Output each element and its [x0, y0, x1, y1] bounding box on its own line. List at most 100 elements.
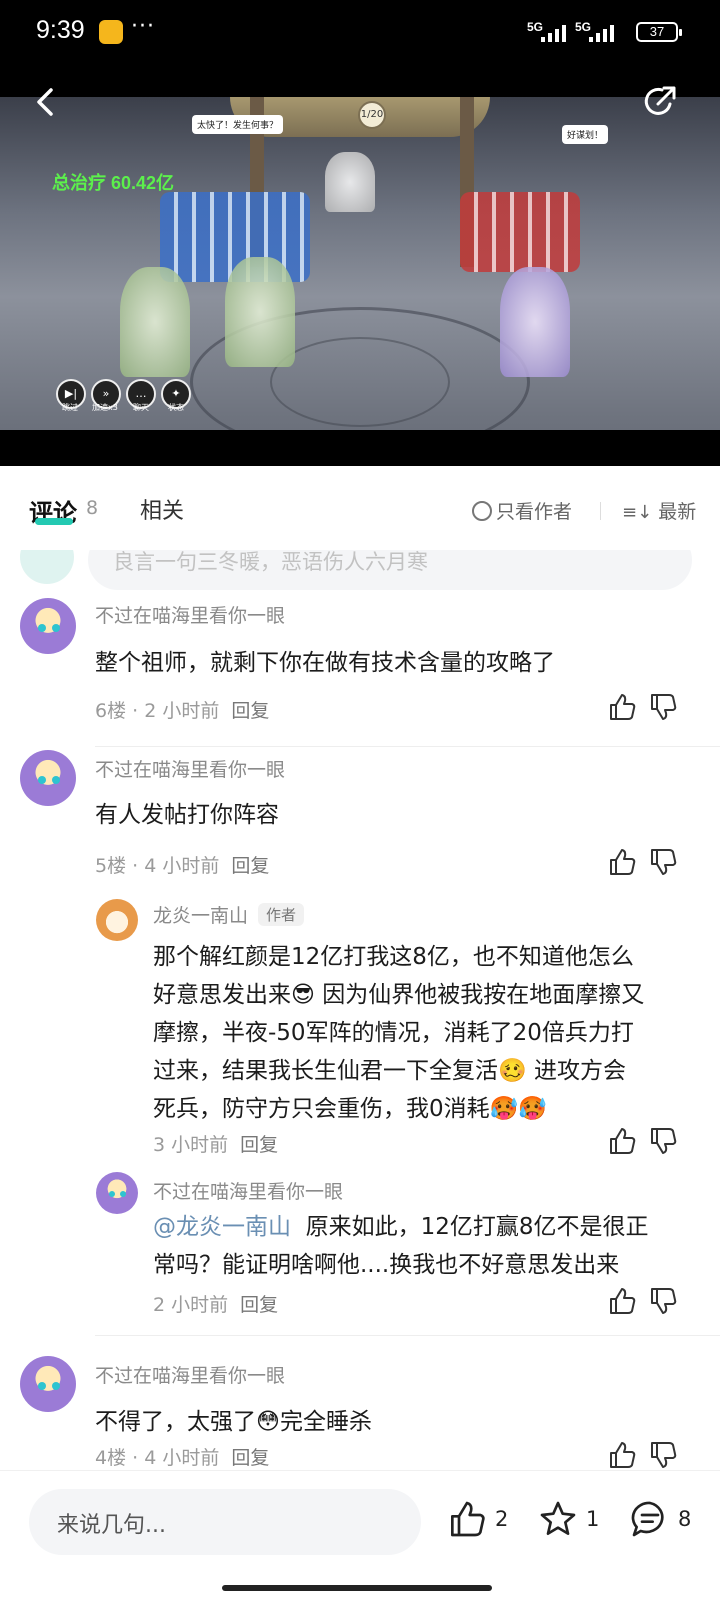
- reply-text: 那个解红颜是12亿打我这8亿，也不知道他怎么 好意思发出来😎 因为仙界他被我按在…: [153, 938, 693, 1128]
- star-icon: [540, 1501, 576, 1535]
- like-icon[interactable]: [607, 1126, 637, 1156]
- reply-time: 2 小时前: [153, 1294, 229, 1316]
- avatar-eye-left: [38, 776, 46, 784]
- reply-line: 过来，结果我长生仙君一下全复活🥴 进攻方会: [153, 1058, 626, 1084]
- reply-line: 死兵，防守方只会重伤，我0消耗🥵🥵: [153, 1096, 547, 1122]
- chat-label: 聊天: [133, 403, 149, 412]
- dislike-icon[interactable]: [648, 1126, 678, 1156]
- tabs-bar: 评论 8 相关 只看作者 ≡↓ 最新: [0, 466, 720, 550]
- avatar[interactable]: [20, 598, 76, 654]
- total-heal-score: 总治疗 60.42亿: [52, 173, 175, 193]
- home-indicator[interactable]: [222, 1585, 492, 1591]
- reply-meta: 2 小时前 回复: [153, 1290, 278, 1317]
- avatar-eye-right: [52, 776, 60, 784]
- signal-bars-1-icon: [541, 24, 566, 42]
- only-author-label: 只看作者: [496, 501, 573, 523]
- reply-time: 3 小时前: [153, 1134, 229, 1156]
- like-icon[interactable]: [607, 692, 637, 722]
- comment-floor-time: 4楼 · 4 小时前: [95, 1447, 220, 1469]
- divider: [95, 746, 720, 747]
- dislike-icon[interactable]: [648, 1440, 678, 1470]
- battery-icon: 37: [636, 22, 682, 42]
- dislike-icon[interactable]: [648, 847, 678, 877]
- sort-latest-label: 最新: [658, 501, 697, 523]
- avatar-eye-right: [52, 1382, 60, 1390]
- reply-username[interactable]: 不过在喵海里看你一眼: [153, 1177, 343, 1204]
- reply-line: @龙炎一南山 原来如此，12亿打赢8亿不是很正: [153, 1208, 693, 1246]
- skip-label: 跳过: [62, 403, 78, 412]
- comment-text: 整个祖师，就剩下你在做有技术含量的攻略了: [95, 650, 555, 676]
- tab-related[interactable]: 相关: [140, 493, 184, 525]
- avatar-eye-left: [38, 624, 46, 632]
- like-count: 2: [495, 1507, 509, 1531]
- like-icon[interactable]: [607, 1286, 637, 1316]
- dislike-icon[interactable]: [648, 1286, 678, 1316]
- right-army: [460, 192, 580, 272]
- comments-button[interactable]: 8: [630, 1499, 691, 1539]
- radio-circle-icon: [472, 500, 492, 521]
- thumbs-up-icon: [451, 1501, 485, 1537]
- avatar[interactable]: [20, 1356, 76, 1412]
- reply-line: 好意思发出来😎 因为仙界他被我按在地面摩擦又: [153, 982, 645, 1008]
- status-bar: 9:39 ··· 5G 5G 37: [0, 0, 720, 66]
- avatar[interactable]: [20, 750, 76, 806]
- sort-icon: ≡↓: [622, 502, 653, 523]
- reply-button[interactable]: 回复: [231, 1447, 269, 1469]
- like-button[interactable]: 2: [447, 1499, 508, 1539]
- like-icon[interactable]: [607, 847, 637, 877]
- reply-button[interactable]: 回复: [240, 1134, 278, 1156]
- comment-meta: 4楼 · 4 小时前 回复: [95, 1443, 269, 1470]
- reply-line-text: 原来如此，12亿打赢8亿不是很正: [305, 1214, 649, 1240]
- comment-input-placeholder: 来说几句...: [57, 1513, 166, 1538]
- like-icon[interactable]: [607, 1440, 637, 1470]
- dislike-icon[interactable]: [648, 692, 678, 722]
- comment-text: 不得了，太强了😳完全睡杀: [95, 1409, 372, 1435]
- author-avatar[interactable]: [96, 899, 138, 941]
- reply-meta: 3 小时前 回复: [153, 1130, 278, 1157]
- reply-button[interactable]: 回复: [231, 855, 269, 877]
- reply-button[interactable]: 回复: [240, 1294, 278, 1316]
- mention-link[interactable]: @龙炎一南山: [153, 1214, 291, 1240]
- reply-line: 常吗？能证明啥啊他....换我也不好意思发出来: [153, 1252, 620, 1278]
- video-player[interactable]: 总治疗 60.42亿 1/20 太快了！发生何事？ 好谋划！ ▶| 跳过 » 加…: [0, 97, 720, 430]
- arena-inner-circle: [270, 337, 450, 427]
- comment-text: 有人发帖打你阵容: [95, 802, 279, 828]
- author-badge: 作者: [258, 903, 305, 926]
- comment-username[interactable]: 不过在喵海里看你一眼: [95, 1361, 285, 1388]
- divider: [95, 1335, 720, 1336]
- comment-floor-time: 5楼 · 4 小时前: [95, 855, 220, 877]
- comment-meta: 6楼 · 2 小时前 回复: [95, 696, 269, 723]
- divider: [600, 502, 601, 520]
- tab-active-indicator: [35, 518, 73, 525]
- hero-figure-right: [500, 267, 570, 377]
- share-icon[interactable]: [640, 82, 680, 122]
- reply-text: @龙炎一南山 原来如此，12亿打赢8亿不是很正 常吗？能证明啥啊他....换我也…: [153, 1208, 693, 1284]
- bottom-action-bar: 来说几句... 2 1 8: [0, 1470, 720, 1601]
- favorite-count: 1: [586, 1507, 600, 1531]
- comment-floor-time: 6楼 · 2 小时前: [95, 700, 220, 722]
- avatar-eye-right: [120, 1191, 126, 1197]
- favorite-button[interactable]: 1: [538, 1499, 599, 1539]
- speed-label: 加速x3: [92, 403, 118, 412]
- hero-figure-left: [120, 267, 190, 377]
- comment-username[interactable]: 不过在喵海里看你一眼: [95, 601, 285, 628]
- comment-username[interactable]: 不过在喵海里看你一眼: [95, 755, 285, 782]
- reply-line: 那个解红颜是12亿打我这8亿，也不知道他怎么: [153, 944, 634, 970]
- hero-figure-center: [225, 257, 295, 367]
- comments-count: 8: [86, 497, 99, 519]
- avatar[interactable]: [96, 1172, 138, 1214]
- status-label: 状态: [168, 403, 184, 412]
- sort-latest-button[interactable]: ≡↓ 最新: [622, 497, 696, 524]
- avatar-eye-right: [52, 624, 60, 632]
- comment-bubble-icon: [631, 1501, 664, 1537]
- reply-username-text: 龙炎一南山: [153, 905, 249, 927]
- reply-button[interactable]: 回复: [231, 700, 269, 722]
- round-indicator: 1/20: [358, 101, 386, 129]
- app-notification-icon: [99, 20, 123, 44]
- avatar-eye-left: [109, 1191, 115, 1197]
- comment-input[interactable]: 来说几句...: [29, 1489, 421, 1555]
- reply-username[interactable]: 龙炎一南山 作者: [153, 901, 305, 928]
- speech-bubble-right: 好谋划！: [562, 125, 609, 144]
- back-icon[interactable]: [30, 86, 62, 118]
- only-author-toggle[interactable]: 只看作者: [472, 497, 572, 524]
